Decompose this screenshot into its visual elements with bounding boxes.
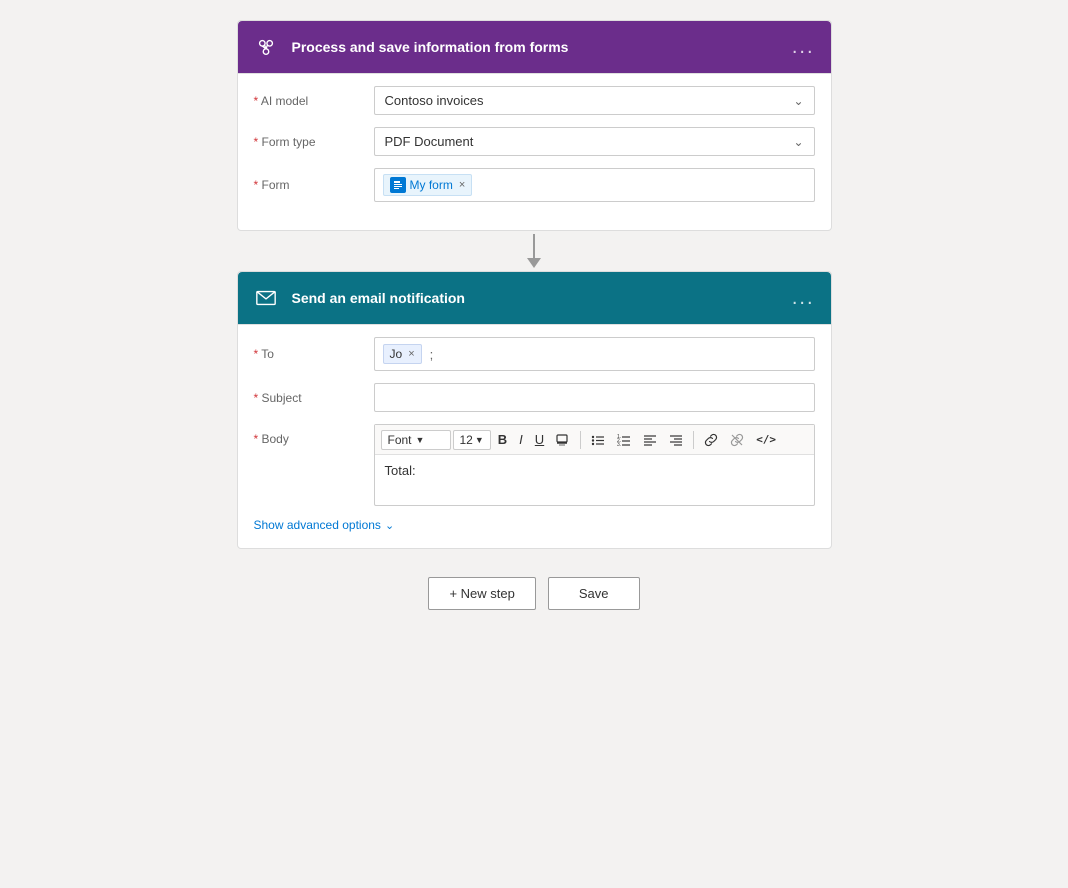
ordered-list-button[interactable]: 1. 2. 3. (612, 430, 636, 450)
unlink-button[interactable] (725, 430, 749, 450)
to-tag: Jo × (383, 344, 422, 364)
italic-button[interactable]: I (514, 429, 528, 450)
ai-model-select[interactable]: Contoso invoices ⌄ (374, 86, 815, 115)
subject-row: * Subject New invoice processed (254, 383, 815, 412)
ai-model-label: * AI model (254, 94, 374, 108)
ai-model-row: * AI model Contoso invoices ⌄ (254, 86, 815, 115)
email-icon (250, 282, 282, 314)
connector-arrow (527, 231, 541, 271)
process-forms-title: Process and save information from forms (292, 39, 788, 55)
connector-arrowhead (527, 258, 541, 268)
show-advanced-options[interactable]: Show advanced options ⌄ (254, 518, 815, 532)
link-button[interactable] (699, 430, 723, 450)
form-tag-input[interactable]: My form × (374, 168, 815, 202)
body-label: * Body (254, 424, 374, 446)
form-type-control[interactable]: PDF Document ⌄ (374, 127, 815, 156)
unlink-icon (730, 433, 744, 447)
highlight-icon (556, 433, 570, 447)
form-label: * Form (254, 178, 374, 192)
rte-toolbar: Font ▼ 12 ▼ B I (375, 425, 814, 455)
svg-text:3.: 3. (617, 442, 621, 447)
process-forms-icon (250, 31, 282, 63)
toolbar-divider-1 (580, 431, 581, 449)
form-type-label: * Form type (254, 135, 374, 149)
unordered-list-icon (591, 433, 605, 447)
ordered-list-icon: 1. 2. 3. (617, 433, 631, 447)
process-forms-card-header: Process and save information from forms … (238, 21, 831, 74)
body-control[interactable]: Font ▼ 12 ▼ B I (374, 424, 815, 506)
form-tag-icon (390, 177, 406, 193)
form-type-select[interactable]: PDF Document ⌄ (374, 127, 815, 156)
form-tag-close-button[interactable]: × (459, 179, 465, 191)
form-control[interactable]: My form × (374, 168, 815, 202)
ai-model-control[interactable]: Contoso invoices ⌄ (374, 86, 815, 115)
align-right-button[interactable] (664, 430, 688, 450)
process-forms-body: * AI model Contoso invoices ⌄ * Form typ… (238, 74, 831, 230)
advanced-options-label: Show advanced options (254, 518, 381, 532)
to-tag-input[interactable]: Jo × ; (374, 337, 815, 371)
form-tag: My form × (383, 174, 473, 196)
to-label: * To (254, 347, 374, 361)
subject-input[interactable]: New invoice processed (374, 383, 815, 412)
process-forms-card: Process and save information from forms … (237, 20, 832, 231)
font-label: Font (388, 433, 412, 447)
link-icon (704, 433, 718, 447)
highlight-button[interactable] (551, 430, 575, 450)
process-forms-more-button[interactable]: ... (788, 37, 819, 57)
to-tag-row: Jo × ; (383, 344, 434, 364)
rte-container: Font ▼ 12 ▼ B I (374, 424, 815, 506)
bottom-actions: + New step Save (428, 577, 639, 610)
form-type-value: PDF Document (385, 134, 474, 149)
unordered-list-button[interactable] (586, 430, 610, 450)
font-size-value: 12 (460, 433, 473, 447)
connector-line (533, 234, 535, 258)
to-control[interactable]: Jo × ; (374, 337, 815, 371)
rte-body[interactable]: Total: (375, 455, 814, 505)
align-left-button[interactable] (638, 430, 662, 450)
to-row: * To Jo × ; (254, 337, 815, 371)
form-type-row: * Form type PDF Document ⌄ (254, 127, 815, 156)
ai-model-chevron: ⌄ (793, 94, 803, 108)
form-tag-label: My form (410, 178, 453, 192)
form-row: * Form My form × (254, 168, 815, 202)
code-button[interactable]: </> (751, 430, 781, 449)
save-button[interactable]: Save (548, 577, 640, 610)
to-semicolon: ; (430, 347, 434, 362)
toolbar-divider-2 (693, 431, 694, 449)
underline-button[interactable]: U (530, 429, 549, 450)
to-tag-close-button[interactable]: × (408, 348, 414, 360)
subject-label: * Subject (254, 391, 374, 405)
subject-control[interactable]: New invoice processed (374, 383, 815, 412)
font-size-select[interactable]: 12 ▼ (453, 430, 491, 450)
ai-model-value: Contoso invoices (385, 93, 484, 108)
email-notification-card: Send an email notification ... * To Jo × (237, 271, 832, 549)
font-select[interactable]: Font ▼ (381, 430, 451, 450)
email-notification-title: Send an email notification (292, 290, 788, 306)
font-size-dropdown-arrow: ▼ (475, 435, 484, 445)
font-dropdown-arrow: ▼ (416, 435, 425, 445)
bold-button[interactable]: B (493, 429, 512, 450)
email-notification-more-button[interactable]: ... (788, 288, 819, 308)
advanced-options-chevron: ⌄ (385, 519, 394, 532)
email-notification-card-header: Send an email notification ... (238, 272, 831, 325)
form-type-chevron: ⌄ (793, 135, 803, 149)
to-tag-label: Jo (390, 347, 403, 361)
align-left-icon (643, 433, 657, 447)
body-row: * Body Font ▼ 12 ▼ (254, 424, 815, 506)
new-step-button[interactable]: + New step (428, 577, 535, 610)
rte-body-text: Total: (385, 463, 416, 478)
align-right-icon (669, 433, 683, 447)
email-notification-body: * To Jo × ; (238, 325, 831, 548)
